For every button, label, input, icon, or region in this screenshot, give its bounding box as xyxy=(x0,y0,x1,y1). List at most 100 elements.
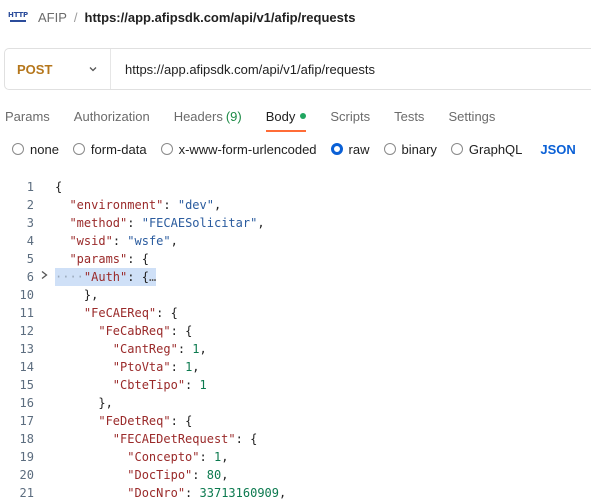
code-text: "wsid": "wsfe", xyxy=(69,234,178,248)
radio-circle xyxy=(160,143,173,155)
body-type-selector: none form-data x-www-form-urlencoded raw… xyxy=(12,140,576,158)
code-line: 11 "FeCAEReq": { xyxy=(0,304,591,322)
code-line: 1{ xyxy=(0,178,591,196)
code-line: 4 "wsid": "wsfe", xyxy=(0,232,591,250)
line-number: 2 xyxy=(26,198,34,212)
code-text: "PtoVta": 1, xyxy=(112,360,200,374)
method-label: POST xyxy=(17,61,53,77)
code-text: }, xyxy=(98,396,113,410)
line-number: 17 xyxy=(19,414,34,428)
request-url-bar: POST https://app.afipsdk.com/api/v1/afip… xyxy=(4,48,591,90)
line-number: 20 xyxy=(19,468,34,482)
code-line: 16 }, xyxy=(0,394,591,412)
line-number: 5 xyxy=(26,252,34,266)
radio-label: binary xyxy=(401,141,437,157)
radio-graphql[interactable]: GraphQL xyxy=(450,141,523,157)
line-number: 12 xyxy=(19,324,34,338)
line-number: 15 xyxy=(19,378,34,392)
request-name[interactable]: https://app.afipsdk.com/api/v1/afip/requ… xyxy=(85,10,356,25)
line-number: 11 xyxy=(19,306,34,320)
line-number: 16 xyxy=(19,396,34,410)
line-number: 14 xyxy=(19,360,34,374)
code-text: "method": "FECAESolicitar", xyxy=(69,216,265,230)
radio-label: none xyxy=(30,141,59,157)
code-line: 6 ····"Auth": {… xyxy=(0,268,591,286)
radio-circle xyxy=(383,143,396,155)
fold-chevron-icon[interactable] xyxy=(40,268,50,286)
radio-circle xyxy=(450,143,463,155)
line-number: 21 xyxy=(19,486,34,500)
line-number: 3 xyxy=(26,216,34,230)
tab-params[interactable]: Params xyxy=(5,104,50,128)
code-line: 14 "PtoVta": 1, xyxy=(0,358,591,376)
radio-label: form-data xyxy=(90,141,147,157)
code-line: 15 "CbteTipo": 1 xyxy=(0,376,591,394)
http-request-icon: HTTP xyxy=(8,7,28,27)
code-line: 18 "FECAEDetRequest": { xyxy=(0,430,591,448)
line-number: 19 xyxy=(19,450,34,464)
code-line: 2 "environment": "dev", xyxy=(0,196,591,214)
code-line: 20 "DocTipo": 80, xyxy=(0,466,591,484)
code-text: }, xyxy=(83,288,99,302)
radio-label: x-www-form-urlencoded xyxy=(178,141,317,157)
tab-label: Scripts xyxy=(330,108,371,124)
code-text: "Concepto": 1, xyxy=(127,450,229,464)
radio-none[interactable]: none xyxy=(12,142,59,157)
tab-headers[interactable]: Headers (9) xyxy=(174,104,242,128)
tab-label: Tests xyxy=(394,108,425,124)
url-input[interactable]: https://app.afipsdk.com/api/v1/afip/requ… xyxy=(111,62,375,77)
line-number: 4 xyxy=(26,234,34,248)
radio-circle-selected xyxy=(330,143,343,155)
radio-circle xyxy=(72,143,85,155)
line-number: 1 xyxy=(26,180,34,194)
tab-label: Settings xyxy=(448,108,496,124)
radio-raw[interactable]: raw xyxy=(330,141,370,157)
code-line: 21 "DocNro": 33713160909, xyxy=(0,484,591,500)
code-line: 19 "Concepto": 1, xyxy=(0,448,591,466)
tab-body[interactable]: Body xyxy=(265,104,307,132)
tab-label: Params xyxy=(5,108,50,124)
tab-label: Authorization xyxy=(73,108,150,124)
line-number: 18 xyxy=(19,432,34,446)
code-line: 13 "CantReg": 1, xyxy=(0,340,591,358)
method-select[interactable]: POST xyxy=(5,49,111,89)
code-line: 5 "params": { xyxy=(0,250,591,268)
tab-authorization[interactable]: Authorization xyxy=(74,104,150,128)
breadcrumb-separator: / xyxy=(73,9,78,25)
body-indicator-dot xyxy=(300,113,307,119)
breadcrumb-parent[interactable]: AFIP xyxy=(38,10,67,25)
request-tabs: Params Authorization Headers (9) Body Scr… xyxy=(5,104,519,132)
headers-count: (9) xyxy=(225,108,242,124)
line-number: 13 xyxy=(19,342,34,356)
format-select[interactable]: JSON xyxy=(540,142,575,157)
radio-label: raw xyxy=(348,141,370,157)
code-line: 10 }, xyxy=(0,286,591,304)
tab-scripts[interactable]: Scripts xyxy=(330,104,370,128)
tab-label: Headers xyxy=(173,108,223,124)
code-text: "FECAEDetRequest": { xyxy=(112,432,258,446)
radio-urlencoded[interactable]: x-www-form-urlencoded xyxy=(160,141,317,157)
code-text: "DocNro": 33713160909, xyxy=(127,486,287,500)
tab-settings[interactable]: Settings xyxy=(448,104,495,128)
code-text: "CbteTipo": 1 xyxy=(112,378,207,392)
radio-binary[interactable]: binary xyxy=(383,141,437,157)
code-text: "FeCabReq": { xyxy=(98,324,193,338)
radio-circle xyxy=(12,143,24,155)
code-text: "params": { xyxy=(69,252,149,266)
line-number: 6 xyxy=(26,270,34,284)
code-line: 12 "FeCabReq": { xyxy=(0,322,591,340)
radio-label: GraphQL xyxy=(468,141,523,157)
code-text: ····"Auth": {… xyxy=(55,268,157,286)
body-code-editor[interactable]: 1{2 "environment": "dev", 3 "method": "FE… xyxy=(0,177,591,500)
code-text: "FeDetReq": { xyxy=(98,414,193,428)
radio-form-data[interactable]: form-data xyxy=(72,141,147,157)
line-number: 10 xyxy=(19,288,34,302)
code-text: { xyxy=(55,180,63,194)
code-text: "environment": "dev", xyxy=(69,198,222,212)
code-text: "CantReg": 1, xyxy=(112,342,207,356)
breadcrumb: HTTP AFIP / https://app.afipsdk.com/api/… xyxy=(8,6,355,28)
code-text: "FeCAEReq": { xyxy=(83,306,178,320)
tab-tests[interactable]: Tests xyxy=(394,104,424,128)
code-line: 3 "method": "FECAESolicitar", xyxy=(0,214,591,232)
code-text: "DocTipo": 80, xyxy=(127,468,229,482)
